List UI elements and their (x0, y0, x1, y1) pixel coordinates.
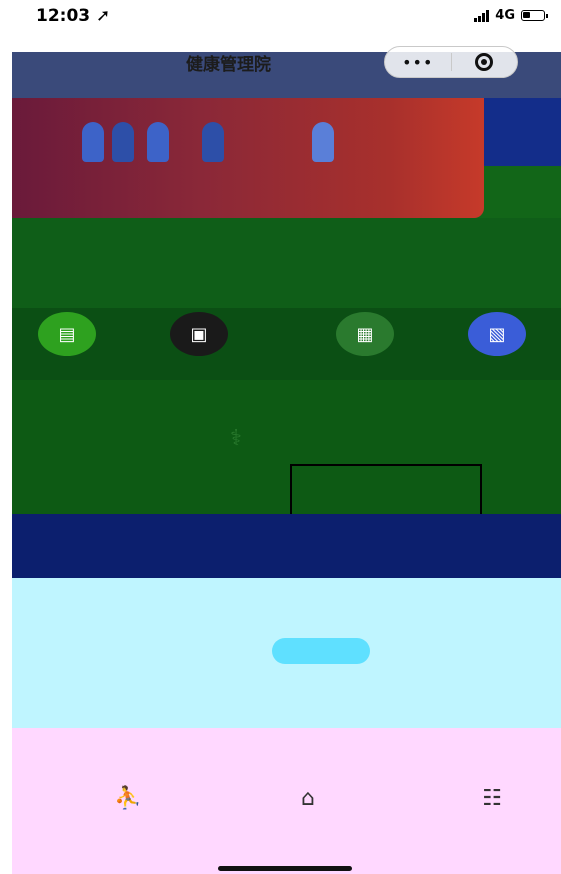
target-circle-icon (475, 53, 494, 71)
ticket-button[interactable]: ▣ (170, 312, 228, 356)
ticket-icon: ▣ (190, 323, 208, 345)
home-indicator (218, 866, 352, 871)
id-card-button[interactable]: ▤ (38, 312, 96, 356)
location-arrow-icon: ➚ (96, 6, 111, 26)
tab-services[interactable]: ☷ (432, 786, 552, 812)
tab-profile[interactable]: ⛹ (68, 786, 188, 812)
stethoscope-icon: ⚕ (230, 426, 242, 451)
banner[interactable] (12, 98, 561, 308)
calendar-icon: ▦ (356, 323, 374, 345)
battery-icon (521, 10, 548, 21)
id-card-icon: ▤ (58, 323, 76, 345)
mini-program-capsule: ••• (384, 46, 518, 78)
tab-home[interactable]: ⌂ (248, 786, 368, 812)
banner-lower (12, 218, 561, 308)
close-button[interactable] (452, 53, 518, 71)
calendar-button[interactable]: ▦ (336, 312, 394, 356)
more-dots-icon[interactable]: ••• (385, 53, 451, 72)
person-icon: ⛹ (114, 786, 142, 811)
stats-band (12, 514, 561, 578)
banner-image (12, 98, 484, 218)
services-icon: ☷ (482, 786, 502, 811)
signal-icon (474, 9, 490, 22)
photo-button[interactable]: ▧ (468, 312, 526, 356)
tab-pill-active[interactable] (272, 638, 370, 664)
page-title: 健康管理院 (186, 55, 271, 75)
status-indicators: 4G (474, 8, 548, 23)
photo-icon: ▧ (488, 323, 506, 345)
status-time: 12:03 ➚ (36, 6, 111, 26)
network-label: 4G (495, 8, 515, 23)
home-icon: ⌂ (301, 786, 315, 811)
